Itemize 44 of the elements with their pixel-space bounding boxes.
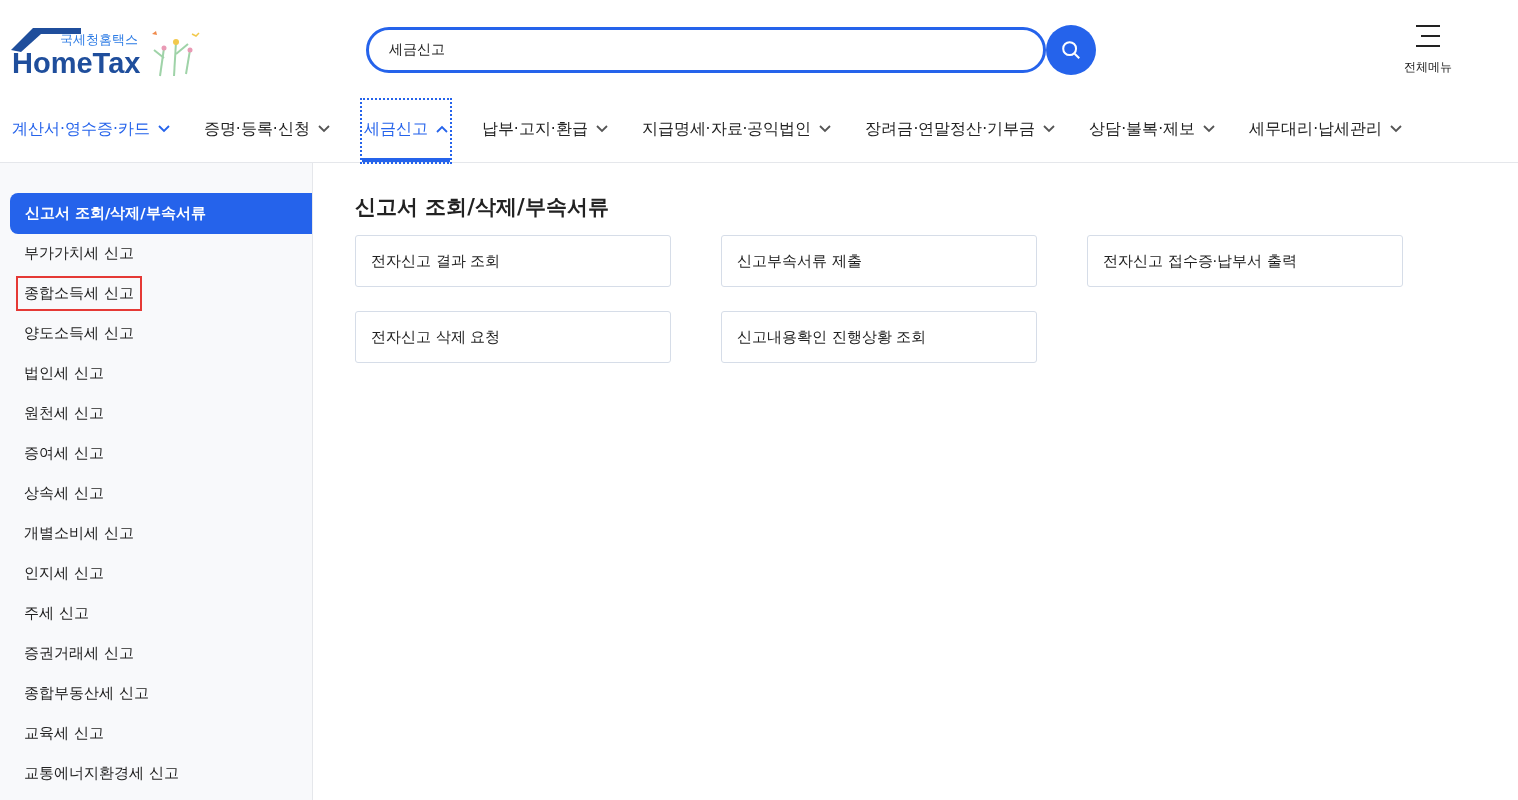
search-field[interactable]: 세금신고 (366, 27, 1046, 73)
nav-tab[interactable]: 상담·불복·제보 (1087, 100, 1218, 162)
logo-title: HomeTax (12, 48, 141, 78)
sidebar-item[interactable]: 종합소득세 신고 (18, 277, 140, 309)
sidebar-item[interactable]: 증여세 신고 (10, 435, 118, 471)
sidebar-item[interactable]: 원천세 신고 (10, 395, 118, 431)
chevron-down-icon (819, 125, 832, 133)
search-button[interactable] (1046, 25, 1096, 75)
nav-tab[interactable]: 납부·고지·환급 (479, 100, 610, 162)
sidebar-item[interactable]: 개별소비세 신고 (10, 515, 148, 551)
chevron-down-icon (595, 125, 608, 133)
chevron-down-icon (1203, 125, 1216, 133)
sidebar-item[interactable]: 주세 신고 (10, 595, 103, 631)
sidebar-item[interactable]: 교통에너지환경세 신고 (10, 755, 193, 791)
menu-link-card[interactable]: 신고내용확인 진행상황 조회 (721, 311, 1037, 363)
menu-link-card[interactable]: 전자신고 삭제 요청 (355, 311, 671, 363)
section-title: 신고서 조회/삭제/부속서류 (355, 194, 610, 221)
menu-link-card[interactable]: 신고부속서류 제출 (721, 235, 1037, 287)
chevron-down-icon (1043, 125, 1056, 133)
search-icon (1060, 39, 1082, 61)
sidebar-item[interactable]: 양도소득세 신고 (10, 315, 148, 351)
menu-link-card[interactable]: 전자신고 접수증·납부서 출력 (1087, 235, 1403, 287)
logo-subtitle: 국세청홈택스 (60, 32, 139, 48)
chevron-down-icon (157, 125, 170, 133)
sidebar-item[interactable]: 법인세 신고 (10, 355, 118, 391)
nav-tab[interactable]: 세금신고 (361, 100, 450, 162)
sidebar-item[interactable]: 상속세 신고 (10, 475, 118, 511)
nav-tab[interactable]: 계산서·영수증·카드 (10, 100, 172, 162)
chevron-up-icon (435, 125, 448, 133)
sidebar-item[interactable]: 교육세 신고 (10, 715, 118, 751)
sidebar-item[interactable]: 인지세 신고 (10, 555, 118, 591)
chevron-down-icon (1390, 125, 1403, 133)
nav-tab[interactable]: 증명·등록·신청 (201, 100, 332, 162)
chevron-down-icon (317, 125, 330, 133)
all-menu-button[interactable]: 전체메뉴 (1404, 24, 1452, 76)
sidebar-item[interactable]: 신고서 조회/삭제/부속서류 (10, 192, 312, 234)
sidebar-item[interactable]: 종합부동산세 신고 (10, 675, 163, 711)
nav-tab[interactable]: 장려금·연말정산·기부금 (863, 100, 1058, 162)
sidebar-item[interactable]: 증권거래세 신고 (10, 635, 148, 671)
menu-link-card[interactable]: 전자신고 결과 조회 (355, 235, 671, 287)
nav-tab[interactable]: 지급명세·자료·공익법인 (639, 100, 834, 162)
menu-icon (1415, 24, 1441, 47)
sidebar-item[interactable]: 부가가치세 신고 (10, 235, 148, 271)
nav-tab[interactable]: 세무대리·납세관리 (1247, 100, 1405, 162)
